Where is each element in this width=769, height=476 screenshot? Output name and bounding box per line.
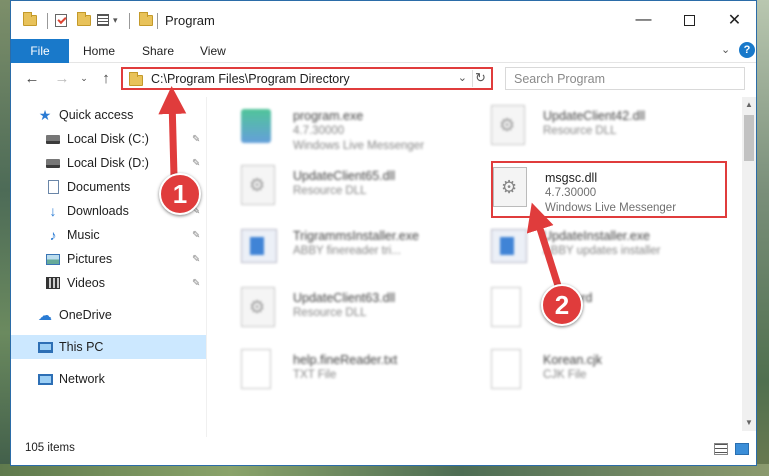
file-item[interactable]: TrigrammsInstaller.exe ABBY finereader t…: [241, 221, 481, 277]
file-item[interactable]: UpdateClient42.dll Resource DLL: [491, 101, 731, 157]
address-folder-icon: [129, 72, 143, 86]
tab-view[interactable]: View: [200, 39, 226, 63]
details-view-icon[interactable]: [714, 443, 728, 455]
desktop-background-right: [757, 0, 769, 476]
highlight-box: [491, 161, 727, 218]
file-item[interactable]: help.fineReader.txt TXT File: [241, 345, 481, 401]
search-placeholder: Search Program: [514, 72, 606, 86]
sidebar-item-quick-access[interactable]: ★ Quick access: [11, 103, 206, 127]
pin-icon[interactable]: ✎: [192, 254, 200, 265]
app-folder-icon: [23, 11, 37, 29]
file-item[interactable]: program.exe 4.7.30000 Windows Live Messe…: [241, 101, 481, 157]
dll-file-icon: [491, 105, 529, 149]
downloads-icon: ↓: [49, 203, 57, 219]
pin-icon[interactable]: ✎: [192, 182, 200, 193]
file-item[interactable]: UpdateClient63.dll Resource DLL: [241, 283, 481, 339]
pin-icon[interactable]: ✎: [192, 134, 200, 145]
sidebar-item-this-pc[interactable]: This PC: [11, 335, 206, 359]
file-item[interactable]: Anaword: [491, 283, 731, 339]
status-bar: 105 items: [11, 437, 756, 465]
sidebar-item-local-disk-d[interactable]: Local Disk (D:) ✎: [11, 151, 206, 175]
pictures-icon: [45, 252, 61, 266]
customize-dropdown-icon[interactable]: ▾: [113, 11, 118, 29]
refresh-icon[interactable]: ↻: [472, 70, 488, 87]
cloud-icon: ☁: [38, 306, 52, 323]
tab-home[interactable]: Home: [83, 39, 115, 63]
minimize-button[interactable]: —: [621, 1, 666, 39]
videos-icon: [45, 276, 61, 290]
drive-icon: [45, 132, 61, 146]
sidebar-item-documents[interactable]: Documents ✎: [11, 175, 206, 199]
exe-file-icon: [491, 225, 529, 269]
file-item[interactable]: UpdateClient65.dll Resource DLL: [241, 161, 481, 217]
scroll-up-icon[interactable]: ▲: [742, 97, 756, 113]
maximize-button[interactable]: [667, 1, 712, 39]
properties-icon[interactable]: [97, 11, 109, 29]
generic-file-icon: [491, 349, 529, 393]
vertical-scrollbar[interactable]: ▲ ▼: [742, 97, 756, 431]
exe-file-icon: [241, 105, 279, 149]
sidebar-item-videos[interactable]: Videos ✎: [11, 271, 206, 295]
txt-file-icon: [241, 349, 279, 393]
search-box[interactable]: Search Program: [505, 67, 745, 90]
tab-share[interactable]: Share: [142, 39, 174, 63]
computer-icon: [37, 340, 53, 354]
toolbar-divider: [129, 13, 130, 29]
scroll-down-icon[interactable]: ▼: [742, 415, 756, 431]
pin-icon[interactable]: ✎: [192, 278, 200, 289]
pin-icon[interactable]: ✎: [192, 158, 200, 169]
sidebar-item-network[interactable]: Network: [11, 367, 206, 391]
window-title: Program: [165, 13, 215, 28]
item-count: 105 items: [25, 442, 75, 454]
sidebar-item-music[interactable]: ♪ Music ✎: [11, 223, 206, 247]
toolbar-divider: [47, 13, 48, 29]
address-path[interactable]: C:\Program Files\Program Directory: [151, 72, 350, 86]
navigation-pane: ★ Quick access Local Disk (C:) ✎ Local D…: [11, 97, 206, 437]
title-bar: ▾ Program — ✕: [11, 1, 756, 39]
sidebar-item-downloads[interactable]: ↓ Downloads ✎: [11, 199, 206, 223]
recent-locations-icon[interactable]: ⌄: [73, 67, 95, 89]
drive-icon: [45, 156, 61, 170]
help-icon[interactable]: ?: [739, 42, 755, 58]
file-list: program.exe 4.7.30000 Windows Live Messe…: [223, 97, 741, 431]
up-button[interactable]: ↑: [95, 67, 117, 89]
file-item[interactable]: UpdateInstaller.exe ABBY updates install…: [491, 221, 731, 277]
expand-ribbon-icon[interactable]: ⌄: [721, 43, 730, 56]
explorer-window: ▾ Program — ✕ File Home Share View ⌄ ? ←…: [10, 0, 757, 466]
ribbon-tabs: File Home Share View ⌄ ?: [11, 39, 756, 63]
properties-check-icon[interactable]: [55, 11, 67, 29]
pin-icon[interactable]: ✎: [192, 230, 200, 241]
sidebar-item-local-disk-c[interactable]: Local Disk (C:) ✎: [11, 127, 206, 151]
sidebar-item-onedrive[interactable]: ☁ OneDrive: [11, 303, 206, 327]
exe-file-icon: [241, 225, 279, 269]
pin-icon[interactable]: ✎: [192, 206, 200, 217]
address-dropdown-icon[interactable]: ⌄: [458, 71, 467, 84]
address-bar[interactable]: C:\Program Files\Program Directory ⌄ ↻: [121, 67, 493, 90]
toolbar-divider: [157, 13, 158, 29]
pane-divider[interactable]: [206, 97, 207, 437]
music-icon: ♪: [49, 227, 57, 243]
dll-file-icon: [241, 165, 279, 209]
back-button[interactable]: ←: [21, 67, 43, 89]
large-icons-view-icon[interactable]: [735, 443, 749, 455]
star-icon: ★: [38, 106, 52, 123]
title-folder-icon: [139, 11, 153, 29]
navigation-bar: ← → ⌄ ↑ C:\Program Files\Program Directo…: [11, 63, 756, 95]
generic-file-icon: [491, 287, 529, 331]
dll-file-icon: [241, 287, 279, 331]
scroll-thumb[interactable]: [744, 115, 754, 161]
forward-button[interactable]: →: [51, 67, 73, 89]
documents-icon: [45, 180, 61, 194]
tab-file[interactable]: File: [11, 39, 69, 63]
file-item[interactable]: Korean.cjk CJK File: [491, 345, 731, 401]
sidebar-item-pictures[interactable]: Pictures ✎: [11, 247, 206, 271]
new-folder-icon[interactable]: [77, 11, 91, 29]
desktop-background-left: [0, 0, 10, 476]
close-button[interactable]: ✕: [712, 1, 757, 39]
network-icon: [37, 372, 53, 386]
